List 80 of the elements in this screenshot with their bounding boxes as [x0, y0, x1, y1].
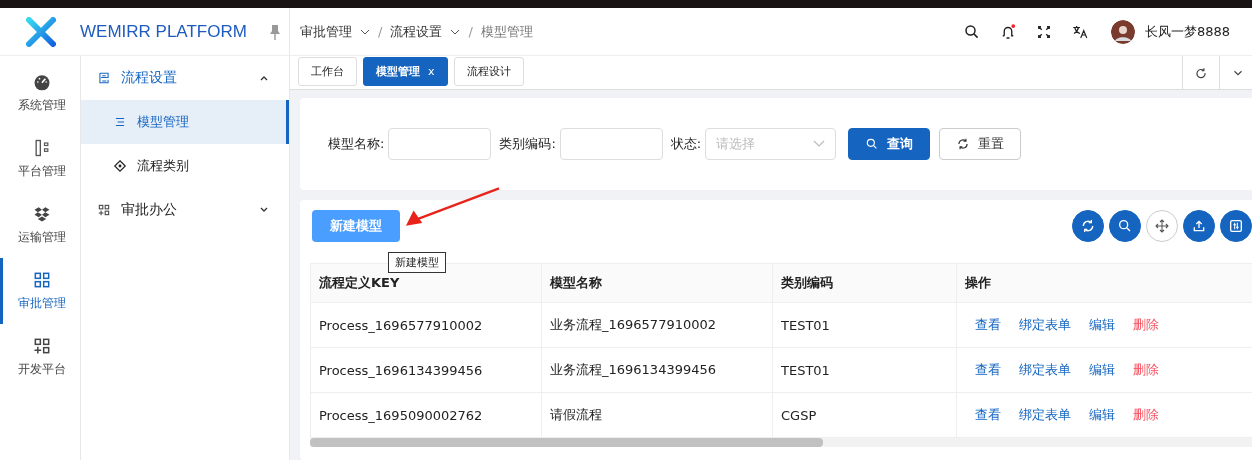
search-icon [1117, 218, 1133, 234]
reset-button[interactable]: 重置 [939, 128, 1022, 160]
breadcrumb-separator: / [468, 24, 473, 39]
scrollbar-thumb[interactable] [310, 438, 823, 447]
logo-icon [26, 16, 56, 47]
action-link[interactable]: 编辑 [1089, 317, 1115, 332]
table-cell: TEST01 [772, 347, 957, 393]
avatar[interactable] [1110, 19, 1135, 44]
user-name[interactable]: 长风一梦8888 [1144, 22, 1230, 41]
rail-item[interactable]: 运输管理 [0, 192, 80, 258]
table-cell: CGSP [772, 392, 957, 438]
diamond-icon [113, 159, 127, 173]
field-label: 类别编码: [499, 135, 556, 153]
table-cell: 请假流程 [541, 392, 773, 438]
table-cell: 业务流程_1696577910002 [541, 302, 773, 348]
move-icon [1154, 218, 1170, 234]
action-link[interactable]: 查看 [975, 362, 1001, 377]
reload-icon [1194, 65, 1208, 80]
column-header: 模型名称 [541, 263, 773, 303]
caret-icon [813, 140, 826, 148]
menu-group[interactable]: 流程设置 [81, 56, 289, 100]
upload-button[interactable] [1183, 210, 1215, 242]
menu-item[interactable]: 模型管理 [81, 100, 289, 144]
delete-link[interactable]: 删除 [1133, 407, 1159, 422]
action-link[interactable]: 编辑 [1089, 407, 1115, 422]
column-header: 类别编码 [772, 263, 957, 303]
move-button[interactable] [1146, 210, 1178, 242]
rail-label: 开发平台 [17, 361, 66, 378]
menu-group-label: 审批办公 [121, 201, 177, 219]
columns-icon [1228, 218, 1244, 234]
app-title: WEMIRR PLATFORM [80, 21, 247, 42]
action-link[interactable]: 绑定表单 [1019, 317, 1071, 332]
action-link[interactable]: 编辑 [1089, 362, 1115, 377]
rail-label: 系统管理 [17, 97, 66, 114]
lines-icon [113, 115, 127, 129]
menu-group-label: 流程设置 [121, 69, 177, 87]
menu-group[interactable]: 审批办公 [81, 188, 289, 232]
table-cell: Process_1696577910002 [310, 302, 542, 348]
table-cell: Process_1696134399456 [310, 347, 542, 393]
tab[interactable]: 模型管理 x [363, 57, 448, 86]
rail-label: 审批管理 [17, 295, 66, 312]
table-cell: Process_1695090002762 [310, 392, 542, 438]
rail-label: 运输管理 [17, 229, 66, 246]
refresh-icon [956, 137, 971, 151]
columns-button[interactable] [1220, 210, 1252, 242]
rail-item[interactable]: 平台管理 [0, 126, 80, 192]
breadcrumb-item[interactable]: 模型管理 [480, 22, 533, 41]
breadcrumb-separator: / [378, 24, 383, 39]
search-button[interactable] [1109, 210, 1141, 242]
rail-item[interactable]: 审批管理 [0, 258, 80, 324]
breadcrumb-item[interactable]: 审批管理 [300, 22, 352, 41]
action-link[interactable]: 查看 [975, 317, 1001, 332]
field-label: 模型名称: [328, 135, 385, 153]
table-cell: 业务流程_1696134399456 [541, 347, 773, 393]
refresh-button[interactable] [1072, 210, 1104, 242]
tab[interactable]: 工作台 [298, 57, 357, 86]
action-link[interactable]: 绑定表单 [1019, 407, 1071, 422]
delete-link[interactable]: 删除 [1133, 317, 1159, 332]
action-link[interactable]: 绑定表单 [1019, 362, 1071, 377]
rail-label: 平台管理 [17, 163, 66, 180]
input-field[interactable] [559, 128, 663, 160]
refresh-icon [1080, 218, 1096, 234]
delete-link[interactable]: 删除 [1133, 362, 1159, 377]
tab[interactable]: 流程设计 [453, 57, 524, 86]
table-cell: TEST01 [772, 302, 957, 348]
input-field[interactable] [388, 128, 492, 160]
action-link[interactable]: 查看 [975, 407, 1001, 422]
field-label: 状态: [670, 135, 702, 153]
search-button[interactable]: 查询 [848, 128, 931, 160]
pin-icon[interactable] [269, 23, 281, 40]
rail-item[interactable]: 系统管理 [0, 60, 80, 126]
breadcrumb-item[interactable]: 流程设置 [390, 22, 443, 41]
search-icon[interactable] [962, 22, 981, 41]
menu-item[interactable]: 流程类别 [81, 144, 289, 188]
column-header: 操作 [956, 263, 1252, 303]
close-icon[interactable]: x [428, 65, 435, 78]
flow-icon [97, 71, 111, 85]
upload-icon [1191, 218, 1207, 234]
grid-plus-icon [97, 203, 111, 217]
rail-item[interactable]: 开发平台 [0, 324, 80, 390]
